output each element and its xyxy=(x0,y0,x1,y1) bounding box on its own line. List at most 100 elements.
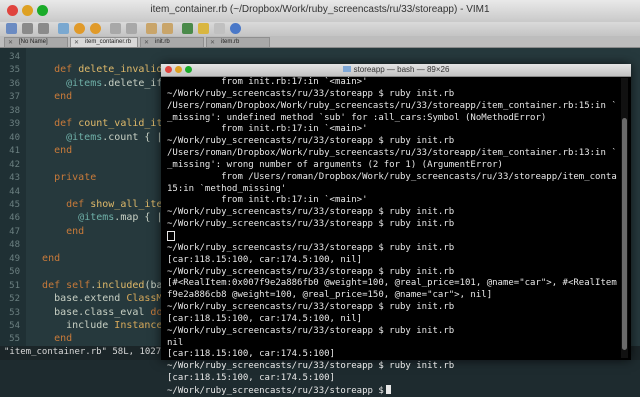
line-number: 41 xyxy=(9,146,20,157)
line-number: 50 xyxy=(9,267,20,278)
terminal-title: storeapp — bash — 89×26 xyxy=(161,65,631,74)
terminal-line-text: ~/Work/ruby_screencasts/ru/33/storeapp $… xyxy=(167,136,455,147)
line-number: 49 xyxy=(9,253,20,264)
terminal-line: 15:in `method_missing' xyxy=(167,184,617,196)
line-number: 55 xyxy=(9,334,20,345)
code-line: base.class_eval do xyxy=(30,306,163,318)
paste-icon[interactable] xyxy=(146,23,157,34)
copy-icon[interactable] xyxy=(126,23,137,34)
close-tab-icon[interactable]: ✕ xyxy=(210,39,215,46)
terminal-line: ~/Work/ruby_screencasts/ru/33/storeapp $… xyxy=(167,136,617,148)
save-all-icon[interactable] xyxy=(38,23,49,34)
help-icon[interactable] xyxy=(230,23,241,34)
open-file-icon[interactable] xyxy=(6,23,17,34)
line-number: 51 xyxy=(9,280,20,291)
tab-item[interactable]: ✕ item.rb xyxy=(206,37,270,47)
terminal-line-text: [car:118.15:100, car:174.5:100, nil] xyxy=(167,313,363,324)
find-icon[interactable] xyxy=(162,23,173,34)
terminal-line-text: [#<RealItem:0x007f9e2a886fb0 @weight=100… xyxy=(167,278,617,289)
terminal-line: ~/Work/ruby_screencasts/ru/33/storeapp $… xyxy=(167,302,617,314)
terminal-line: ~/Work/ruby_screencasts/ru/33/storeapp $… xyxy=(167,326,617,338)
terminal-line: f9e2a886cb8 @weight=100, @real_price=150… xyxy=(167,290,617,302)
close-tab-icon[interactable]: ✕ xyxy=(8,39,13,46)
terminal-scrollbar[interactable] xyxy=(621,78,628,358)
run-icon[interactable] xyxy=(182,23,193,34)
terminal-line-text: ~/Work/ruby_screencasts/ru/33/storeapp $… xyxy=(167,302,455,313)
line-number: 54 xyxy=(9,321,20,331)
line-number: 43 xyxy=(9,173,20,184)
terminal-window[interactable]: storeapp — bash — 89×26 from init.rb:17:… xyxy=(161,64,631,396)
terminal-line-text: ~/Work/ruby_screencasts/ru/33/storeapp $… xyxy=(167,88,455,99)
line-number: 38 xyxy=(9,105,20,116)
terminal-cursor xyxy=(385,384,391,394)
terminal-line: /Users/roman/Dropbox/Work/ruby_screencas… xyxy=(167,148,617,160)
terminal-line: from init.rb:17:in `<main>' xyxy=(167,124,617,136)
cut-icon[interactable] xyxy=(110,23,121,34)
shell-icon[interactable] xyxy=(214,23,225,34)
print-icon[interactable] xyxy=(58,23,69,34)
terminal-line-text: [car:118.15:100, car:174.5:100, nil] xyxy=(167,254,363,265)
undo-icon[interactable] xyxy=(74,23,85,34)
terminal-line: [car:118.15:100, car:174.5:100] xyxy=(167,373,617,385)
line-number: 52 xyxy=(9,294,20,305)
line-number: 46 xyxy=(9,213,20,224)
code-line: end xyxy=(54,91,73,103)
terminal-line: ~/Work/ruby_screencasts/ru/33/storeapp $… xyxy=(167,207,617,219)
terminal-line: [car:118.15:100, car:174.5:100, nil] xyxy=(167,314,617,326)
line-number: 35 xyxy=(9,65,20,76)
code-line: end xyxy=(42,252,61,264)
line-number: 34 xyxy=(9,52,20,62)
terminal-line: _missing': undefined method `sub' for :a… xyxy=(167,113,617,125)
terminal-line: [#<RealItem:0x007f9e2a886fb0 @weight=100… xyxy=(167,278,617,290)
empty-output-box xyxy=(167,230,175,241)
terminal-line-text: f9e2a886cb8 @weight=100, @real_price=150… xyxy=(167,290,493,301)
redo-icon[interactable] xyxy=(90,23,101,34)
close-tab-icon[interactable]: ✕ xyxy=(144,39,149,46)
line-number: 40 xyxy=(9,132,20,143)
terminal-line: [car:118.15:100, car:174.5:100, nil] xyxy=(167,255,617,267)
terminal-line-text: from init.rb:17:in `<main>' xyxy=(167,124,368,135)
terminal-line-text: ~/Work/ruby_screencasts/ru/33/storeapp $ xyxy=(167,385,384,396)
save-icon[interactable] xyxy=(22,23,33,34)
line-number: 53 xyxy=(9,307,20,318)
tab-item-container[interactable]: ✕ item_container.rb xyxy=(70,37,138,47)
terminal-line: from init.rb:17:in `<main>' xyxy=(167,77,617,89)
terminal-line-text: ~/Work/ruby_screencasts/ru/33/storeapp $… xyxy=(167,242,455,253)
terminal-line: ~/Work/ruby_screencasts/ru/33/storeapp $… xyxy=(167,219,617,231)
vim-tabbar: ✕ [No Name] ✕ item_container.rb ✕ init.r… xyxy=(0,36,640,48)
terminal-line-text: ~/Work/ruby_screencasts/ru/33/storeapp $… xyxy=(167,325,455,336)
terminal-line: ~/Work/ruby_screencasts/ru/33/storeapp $… xyxy=(167,361,617,373)
line-number: 48 xyxy=(9,240,20,251)
terminal-line: /Users/roman/Dropbox/Work/ruby_screencas… xyxy=(167,101,617,113)
line-number: 39 xyxy=(9,119,20,130)
scrollbar-thumb[interactable] xyxy=(622,118,627,350)
terminal-line-text: ~/Work/ruby_screencasts/ru/33/storeapp $… xyxy=(167,207,455,218)
tab-init[interactable]: ✕ init.rb xyxy=(140,37,204,47)
code-line: private xyxy=(54,172,97,184)
line-number: 45 xyxy=(9,199,20,210)
vim-toolbar xyxy=(0,22,640,36)
terminal-line-text: from init.rb:17:in `<main>' xyxy=(167,77,368,87)
tab-no-name[interactable]: ✕ [No Name] xyxy=(4,37,68,47)
code-line: def count_valid_items xyxy=(54,118,181,130)
make-icon[interactable] xyxy=(198,23,209,34)
terminal-line: ~/Work/ruby_screencasts/ru/33/storeapp $ xyxy=(167,384,617,397)
code-line: end xyxy=(54,145,73,157)
terminal-line-text: 15:in `method_missing' xyxy=(167,183,287,194)
terminal-line-text: [car:118.15:100, car:174.5:100] xyxy=(167,349,335,360)
terminal-line-text: from /Users/roman/Dropbox/Work/ruby_scre… xyxy=(167,171,617,182)
terminal-line: _missing': wrong number of arguments (2 … xyxy=(167,160,617,172)
terminal-line-text: /Users/roman/Dropbox/Work/ruby_screencas… xyxy=(167,148,617,159)
line-number: 37 xyxy=(9,92,20,103)
terminal-line: from init.rb:17:in `<main>' xyxy=(167,195,617,207)
terminal-line-text: ~/Work/ruby_screencasts/ru/33/storeapp $… xyxy=(167,266,455,277)
terminal-line: ~/Work/ruby_screencasts/ru/33/storeapp $… xyxy=(167,89,617,101)
terminal-line: ~/Work/ruby_screencasts/ru/33/storeapp $… xyxy=(167,267,617,279)
terminal-line-text: [car:118.15:100, car:174.5:100] xyxy=(167,373,335,384)
terminal-line-text: _missing': undefined method `sub' for :a… xyxy=(167,112,547,123)
close-tab-icon[interactable]: ✕ xyxy=(74,39,79,46)
code-line: end xyxy=(66,225,85,237)
line-number: 47 xyxy=(9,226,20,237)
vim-titlebar: item_container.rb (~/Dropbox/Work/ruby_s… xyxy=(0,0,640,23)
vim-window-title: item_container.rb (~/Dropbox/Work/ruby_s… xyxy=(150,4,490,15)
